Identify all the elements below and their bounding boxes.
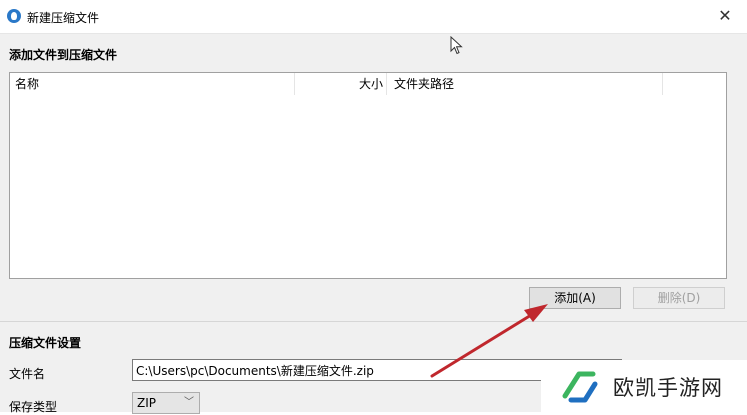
watermark: 欧凯手游网 — [541, 360, 747, 412]
watermark-text: 欧凯手游网 — [613, 376, 723, 400]
annotation-arrow-icon — [430, 304, 548, 378]
brand-logo-icon — [562, 371, 598, 403]
